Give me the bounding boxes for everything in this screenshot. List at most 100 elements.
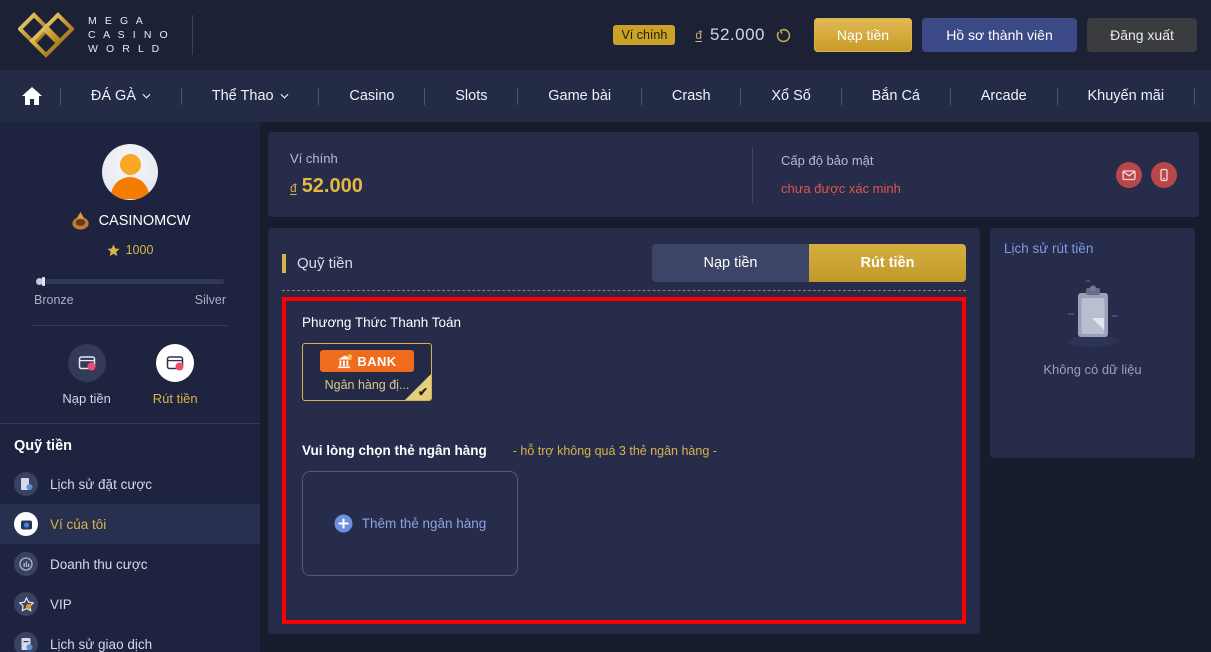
- star-icon: [107, 244, 120, 256]
- dashed-divider: [282, 290, 966, 291]
- nav-label: ĐÁ GÀ: [90, 88, 136, 104]
- sidebar-item-my-wallet[interactable]: Ví của tôi: [0, 504, 260, 544]
- nav-item-4[interactable]: Game bài: [518, 88, 641, 104]
- nav-item-9[interactable]: Khuyến mãi: [1058, 88, 1194, 104]
- refresh-icon[interactable]: [775, 27, 792, 44]
- wallet-chip[interactable]: Ví chính: [613, 25, 676, 45]
- nav-label: Khuyến mãi: [1087, 88, 1165, 104]
- sidebar-item-label: Lịch sử giao dịch: [50, 636, 153, 652]
- nav-label: Arcade: [980, 88, 1027, 104]
- payment-method-bank-card[interactable]: BANK Ngân hàng đị... ✔: [302, 343, 432, 401]
- sidebar-quick-withdraw-label: Rút tiền: [152, 391, 198, 406]
- tab-withdraw[interactable]: Rút tiền: [809, 244, 966, 282]
- email-verify-icon[interactable]: [1116, 161, 1142, 188]
- sidebar-item-label: Doanh thu cược: [50, 556, 148, 572]
- tier-progress: [0, 257, 260, 286]
- choose-card-label: Vui lòng chọn thẻ ngân hàng: [302, 443, 487, 458]
- sidebar-quick-withdraw[interactable]: Rút tiền: [153, 344, 198, 406]
- phone-verify-icon[interactable]: [1151, 161, 1177, 188]
- sidebar: CASINOMCW 1000 Bronze Silver Nạp tiền Rú…: [0, 122, 260, 652]
- header-actions: Ví chính đ 52.000 Nạp tiền Hồ sơ thành v…: [613, 18, 1197, 52]
- plus-circle-icon: [334, 514, 353, 533]
- withdraw-history-panel: Lịch sử rút tiền Không có dữ liệu: [990, 228, 1195, 458]
- my-wallet-icon: [14, 512, 38, 536]
- home-icon: [22, 87, 42, 105]
- tier-current: Bronze: [34, 293, 74, 307]
- sidebar-quick-deposit[interactable]: Nạp tiền: [62, 344, 111, 406]
- avatar[interactable]: [102, 144, 158, 200]
- currency-symbol: đ: [695, 28, 702, 42]
- avatar-wrap: [0, 122, 260, 200]
- username: CASINOMCW: [98, 212, 191, 229]
- sidebar-item-transaction-history[interactable]: Lịch sử giao dịch: [0, 624, 260, 652]
- payment-method-label: Phương Thức Thanh Toán: [302, 315, 462, 330]
- tier-progress-track: [36, 277, 224, 286]
- verify-icons: [1116, 161, 1177, 188]
- sidebar-quick-deposit-label: Nạp tiền: [62, 391, 111, 406]
- check-icon: ✔: [417, 385, 428, 399]
- vip-star-icon: [14, 592, 38, 616]
- nav-label: Thể Thao: [211, 88, 274, 104]
- sidebar-item-label: Ví của tôi: [50, 516, 107, 532]
- nav-label: Casino: [349, 88, 395, 104]
- bet-history-icon: [14, 472, 38, 496]
- points-row: 1000: [0, 243, 260, 257]
- nav-item-1[interactable]: Thể Thao: [182, 88, 319, 104]
- header-deposit-button[interactable]: Nạp tiền: [814, 18, 912, 52]
- nav-label: Crash: [671, 88, 711, 104]
- fund-panel: Quỹ tiền Nạp tiền Rút tiền Phương Thức T…: [268, 228, 980, 634]
- withdraw-wallet-icon: [156, 344, 195, 382]
- app-header: M E G A C A S I N O W O R L D Ví chính đ…: [0, 0, 1211, 70]
- brand-line-3: W O R L D: [88, 43, 162, 55]
- accent-bar: [282, 253, 286, 273]
- header-balance: 52.000: [710, 25, 765, 44]
- nav-item-home[interactable]: [16, 84, 60, 108]
- wallet-label: Ví chính: [290, 151, 338, 166]
- rank-badge-icon: [71, 211, 89, 230]
- sidebar-item-vip[interactable]: VIP: [0, 584, 260, 624]
- add-bank-card-button[interactable]: Thêm thẻ ngân hàng: [302, 471, 518, 576]
- nav-label: Xổ Số: [771, 88, 811, 104]
- nav-item-0[interactable]: ĐÁ GÀ: [61, 88, 181, 104]
- empty-state-text: Không có dữ liệu: [1043, 362, 1142, 377]
- lower-section: Quỹ tiền Nạp tiền Rút tiền Phương Thức T…: [268, 228, 1199, 634]
- brand-wordmark: M E G A C A S I N O W O R L D: [88, 14, 170, 56]
- nav-item-7[interactable]: Bắn Cá: [842, 88, 950, 104]
- chevron-down-icon: [280, 93, 289, 99]
- fund-panel-title: Quỹ tiền: [297, 254, 353, 272]
- nav-item-3[interactable]: Slots: [425, 88, 517, 104]
- nav-label: Slots: [455, 88, 488, 104]
- nav-item-8[interactable]: Arcade: [951, 88, 1057, 104]
- turnover-icon: [14, 552, 38, 576]
- clipboard-empty-icon: [1067, 280, 1118, 347]
- fund-panel-header: Quỹ tiền Nạp tiền Rút tiền: [282, 242, 966, 284]
- sidebar-item-bet-history[interactable]: Lịch sử đặt cược: [0, 464, 260, 504]
- mega-casino-world-logo-icon: [18, 12, 74, 58]
- header-profile-button[interactable]: Hồ sơ thành viên: [922, 18, 1077, 52]
- nav-item-2[interactable]: Casino: [319, 88, 424, 104]
- avatar-head: [119, 154, 141, 175]
- tab-deposit[interactable]: Nạp tiền: [652, 244, 809, 282]
- tier-next: Silver: [194, 293, 226, 307]
- choose-card-note: - hỗ trợ không quá 3 thẻ ngân hàng -: [512, 444, 717, 458]
- bank-logo-text: BANK: [357, 353, 397, 369]
- nav-item-6[interactable]: Xổ Số: [741, 88, 840, 104]
- add-bank-card-label: Thêm thẻ ngân hàng: [361, 516, 487, 531]
- nav-label: Game bài: [548, 88, 612, 104]
- logo-divider: [192, 15, 194, 55]
- nav-item-5[interactable]: Crash: [642, 88, 740, 104]
- fund-tabs: Nạp tiền Rút tiền: [652, 244, 966, 282]
- avatar-body: [111, 177, 149, 199]
- brand-line-1: M E G A: [88, 15, 146, 27]
- sidebar-item-turnover[interactable]: Doanh thu cược: [0, 544, 260, 584]
- transaction-history-icon: [14, 632, 38, 652]
- nav-label: Bắn Cá: [871, 88, 920, 104]
- wallet-amount: 52.000: [301, 175, 363, 197]
- balance-card: Ví chính đ 52.000 Cấp độ bảo mật chưa đư…: [268, 132, 1199, 217]
- sidebar-item-label: Lịch sử đặt cược: [50, 476, 152, 492]
- header-logout-button[interactable]: Đăng xuất: [1087, 18, 1197, 52]
- main-content: Ví chính đ 52.000 Cấp độ bảo mật chưa đư…: [260, 122, 1211, 652]
- tier-labels: Bronze Silver: [0, 284, 260, 307]
- brand-logo[interactable]: M E G A C A S I N O W O R L D: [18, 10, 194, 60]
- main-navigation: ĐÁ GÀ Thể Thao Casino Slots Game bài Cra…: [0, 70, 1211, 122]
